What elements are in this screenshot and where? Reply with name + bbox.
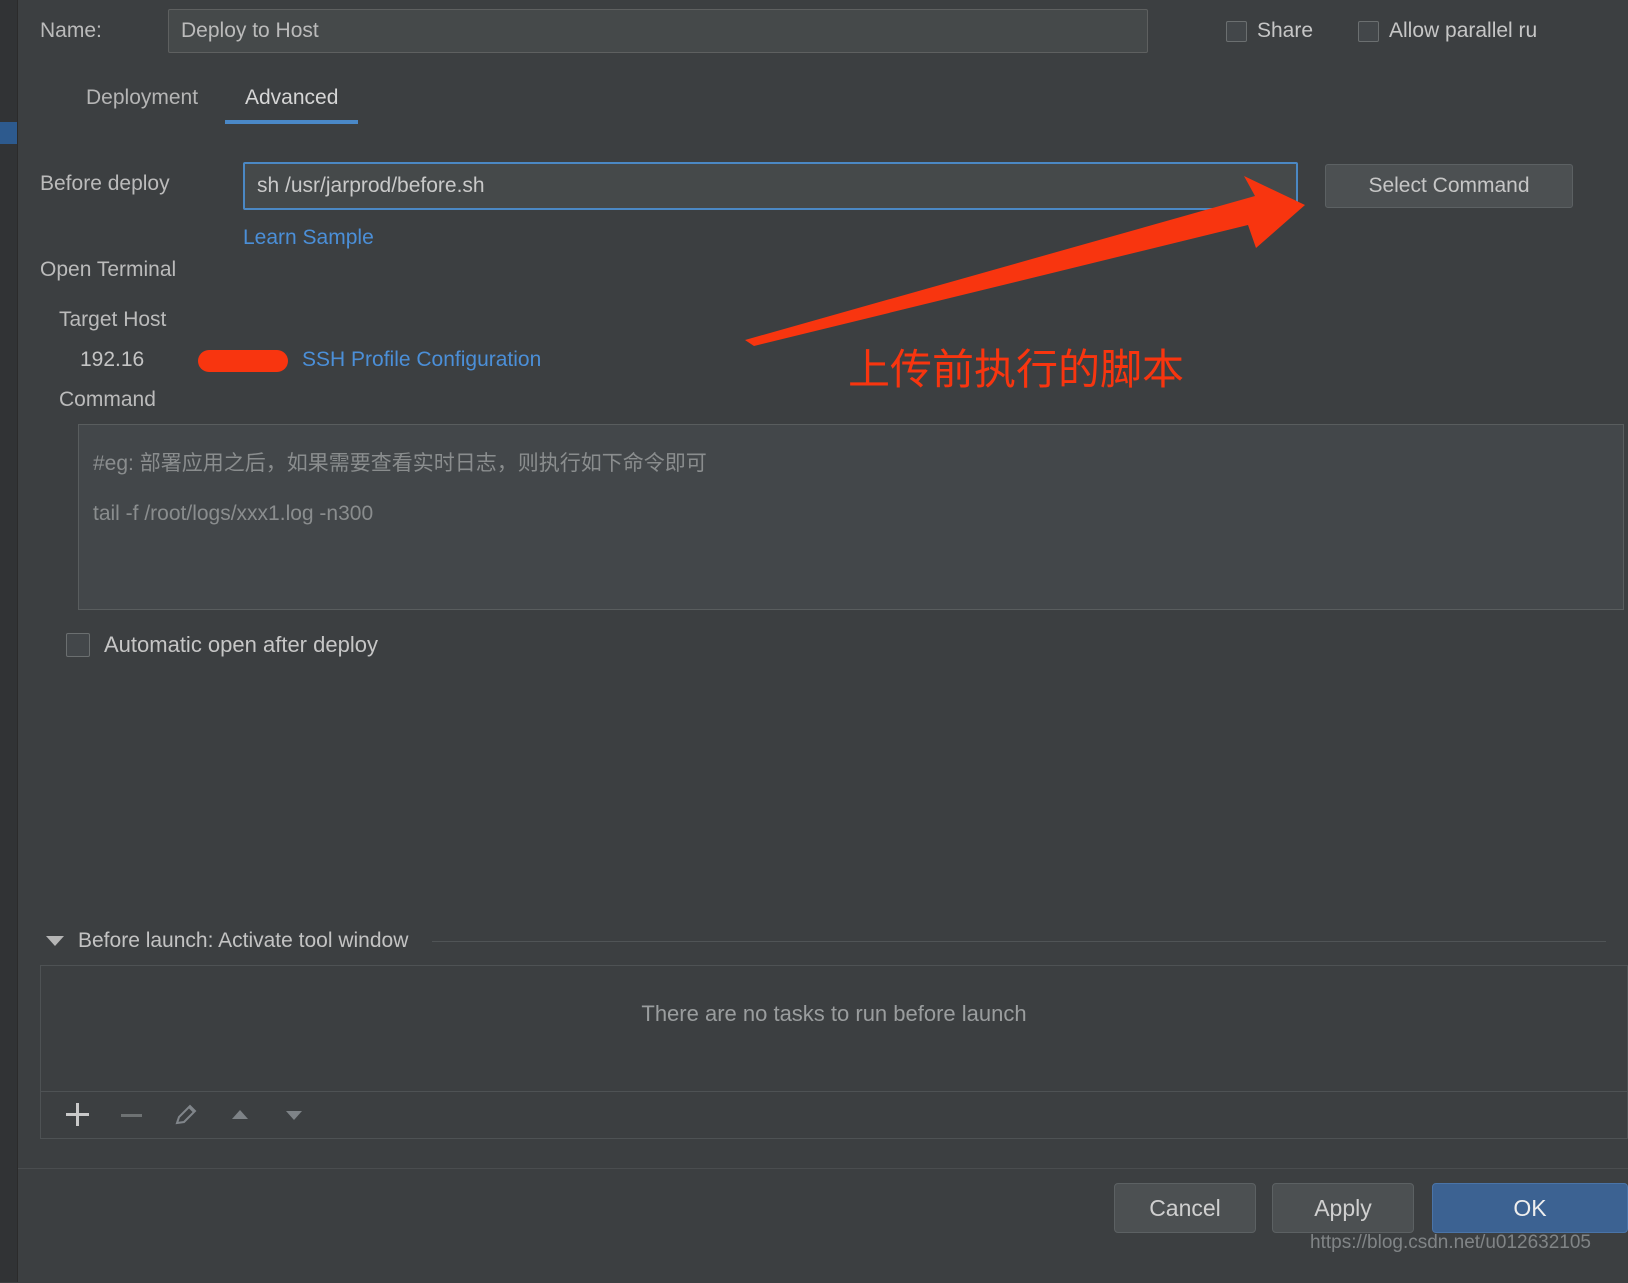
checkbox-box-icon bbox=[66, 633, 90, 657]
host-ip-value: 192.16 bbox=[80, 348, 145, 371]
target-host-label: Target Host bbox=[59, 308, 167, 331]
run-configuration-dialog: Name: Share Allow parallel ru Deployment… bbox=[18, 0, 1628, 1282]
edit-task-icon bbox=[173, 1102, 199, 1128]
tab-bar: Deployment Advanced bbox=[40, 82, 1606, 128]
allow-parallel-run-label: Allow parallel ru bbox=[1389, 19, 1538, 42]
tab-deployment[interactable]: Deployment bbox=[84, 82, 200, 124]
tab-advanced[interactable]: Advanced bbox=[224, 82, 359, 124]
parent-window-gutter-bottom bbox=[0, 144, 18, 1282]
move-up-icon bbox=[227, 1102, 253, 1128]
chevron-down-icon[interactable] bbox=[46, 936, 64, 946]
remove-task-icon bbox=[119, 1102, 145, 1128]
before-deploy-input[interactable] bbox=[243, 162, 1298, 210]
name-label: Name: bbox=[40, 19, 102, 42]
before-deploy-label: Before deploy bbox=[40, 172, 170, 195]
parent-window-gutter-highlight bbox=[0, 122, 18, 144]
ssh-profile-configuration-link[interactable]: SSH Profile Configuration bbox=[302, 348, 541, 372]
automatic-open-after-deploy-checkbox[interactable]: Automatic open after deploy bbox=[66, 632, 378, 658]
cancel-button[interactable]: Cancel bbox=[1114, 1183, 1256, 1233]
apply-button[interactable]: Apply bbox=[1272, 1183, 1414, 1233]
parent-window-gutter-top bbox=[0, 0, 18, 122]
divider bbox=[432, 940, 1606, 942]
command-label: Command bbox=[59, 388, 156, 411]
dialog-button-bar: Cancel Apply OK bbox=[18, 1168, 1628, 1283]
checkbox-box-icon bbox=[1226, 20, 1247, 42]
share-checkbox[interactable]: Share bbox=[1226, 19, 1313, 43]
before-launch-title: Before launch: Activate tool window bbox=[78, 929, 409, 952]
add-task-icon[interactable] bbox=[65, 1102, 91, 1128]
name-row: Name: Share Allow parallel ru bbox=[40, 9, 1606, 55]
before-launch-task-list[interactable]: There are no tasks to run before launch bbox=[40, 965, 1628, 1091]
allow-parallel-run-checkbox[interactable]: Allow parallel ru bbox=[1358, 19, 1537, 43]
command-placeholder-line-1: #eg: 部署应用之后，如果需要查看实时日志，则执行如下命令即可 bbox=[93, 452, 707, 475]
name-input[interactable] bbox=[168, 9, 1148, 53]
move-down-icon bbox=[281, 1102, 307, 1128]
ok-button[interactable]: OK bbox=[1432, 1183, 1628, 1233]
command-placeholder-line-2: tail -f /root/logs/xxx1.log -n300 bbox=[93, 502, 374, 525]
select-command-button[interactable]: Select Command bbox=[1325, 164, 1573, 208]
redaction-bar bbox=[198, 350, 288, 372]
before-launch-header[interactable]: Before launch: Activate tool window bbox=[46, 926, 1606, 956]
open-terminal-label: Open Terminal bbox=[40, 258, 177, 281]
command-textarea[interactable]: #eg: 部署应用之后，如果需要查看实时日志，则执行如下命令即可 tail -f… bbox=[78, 424, 1624, 610]
before-launch-toolbar bbox=[40, 1091, 1628, 1139]
checkbox-box-icon bbox=[1358, 20, 1379, 42]
automatic-open-after-deploy-label: Automatic open after deploy bbox=[104, 632, 378, 657]
before-launch-empty-message: There are no tasks to run before launch bbox=[641, 1001, 1027, 1026]
share-label: Share bbox=[1257, 19, 1314, 42]
learn-sample-link[interactable]: Learn Sample bbox=[243, 226, 374, 250]
